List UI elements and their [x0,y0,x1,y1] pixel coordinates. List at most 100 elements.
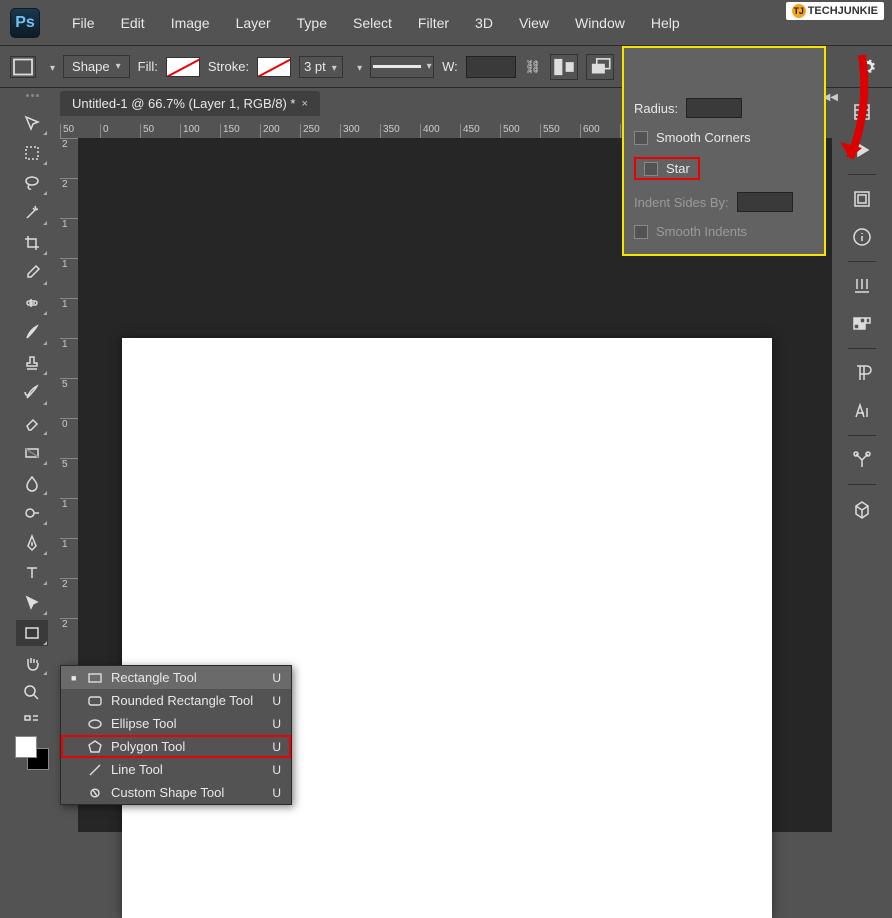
healing-tool[interactable] [16,290,48,316]
radius-input[interactable] [686,98,742,118]
eraser-tool[interactable] [16,410,48,436]
menu-filter[interactable]: Filter [406,11,461,35]
dock-tools-icon[interactable] [846,446,878,474]
ruler-tick: 150 [220,124,260,138]
stroke-swatch[interactable] [257,57,291,77]
menu-file[interactable]: File [60,11,107,35]
ruler-tick: 250 [300,124,340,138]
menu-edit[interactable]: Edit [109,11,157,35]
menu-select[interactable]: Select [341,11,404,35]
stroke-width-arrow[interactable] [351,59,362,74]
flyout-line[interactable]: Line Tool U [61,758,291,781]
stamp-tool[interactable] [16,350,48,376]
ruler-tick: 50 [60,124,100,138]
type-tool[interactable] [16,560,48,586]
flyout-shortcut: U [272,740,281,754]
dock-history-icon[interactable] [846,98,878,126]
arrange-icon[interactable] [586,54,614,80]
radius-label: Radius: [634,101,678,116]
eyedropper-tool[interactable] [16,260,48,286]
flyout-label: Line Tool [111,762,264,777]
path-select-tool[interactable] [16,590,48,616]
ruler-tick: 1 [60,338,78,378]
document-tab[interactable]: Untitled-1 @ 66.7% (Layer 1, RGB/8) * × [60,91,320,116]
menu-type[interactable]: Type [285,11,339,35]
flyout-label: Polygon Tool [111,739,264,754]
history-brush-tool[interactable] [16,380,48,406]
stroke-width-input[interactable]: 3 pt [299,56,343,78]
panel-gear-icon[interactable] [854,54,882,80]
move-tool[interactable] [16,110,48,136]
dock-properties-icon[interactable] [846,185,878,213]
ruler-tick: 400 [420,124,460,138]
hand-tool[interactable] [16,650,48,676]
flyout-rounded-rect[interactable]: Rounded Rectangle Tool U [61,689,291,712]
color-swatches[interactable] [15,736,49,770]
flyout-label: Rounded Rectangle Tool [111,693,264,708]
ruler-tick: 1 [60,498,78,538]
dock-play-icon[interactable] [846,136,878,164]
blur-tool[interactable] [16,470,48,496]
w-label: W: [442,59,458,74]
menu-view[interactable]: View [507,11,561,35]
pen-tool[interactable] [16,530,48,556]
flyout-polygon[interactable]: Polygon Tool U [61,735,291,758]
flyout-shortcut: U [272,786,281,800]
fill-swatch[interactable] [166,57,200,77]
brush-tool[interactable] [16,320,48,346]
tool-preset-arrow[interactable] [44,59,55,74]
flyout-shortcut: U [272,717,281,731]
menu-layer[interactable]: Layer [224,11,283,35]
toolbox-grip[interactable] [17,94,47,102]
tool-preset[interactable] [10,56,36,78]
shape-mode-select[interactable]: Shape [63,55,130,78]
stroke-style[interactable] [370,56,434,78]
app-logo[interactable]: Ps [10,8,40,38]
smooth-corners-checkbox[interactable] [634,131,648,145]
lasso-tool[interactable] [16,170,48,196]
dock-3d-icon[interactable] [846,495,878,523]
ruler-tick: 2 [60,578,78,618]
active-bullet: ■ [71,673,79,683]
shape-tool[interactable] [16,620,48,646]
star-highlight: Star [634,157,700,180]
flyout-rectangle[interactable]: ■ Rectangle Tool U [61,666,291,689]
ruler-tick: 5 [60,458,78,498]
flyout-custom-shape[interactable]: Custom Shape Tool U [61,781,291,804]
dock-character-icon[interactable] [846,397,878,425]
tab-title: Untitled-1 @ 66.7% (Layer 1, RGB/8) * [72,96,295,111]
stroke-label: Stroke: [208,59,249,74]
smooth-corners-label: Smooth Corners [656,130,751,145]
flyout-label: Custom Shape Tool [111,785,264,800]
foreground-color[interactable] [15,736,37,758]
wand-tool[interactable] [16,200,48,226]
indent-input[interactable] [737,192,793,212]
crop-tool[interactable] [16,230,48,256]
ruler-tick: 0 [60,418,78,458]
dock-paragraph-icon[interactable] [846,359,878,387]
marquee-tool[interactable] [16,140,48,166]
menu-window[interactable]: Window [563,11,637,35]
dock-swatches-icon[interactable] [846,310,878,338]
canvas[interactable] [122,338,772,918]
zoom-tool[interactable] [16,680,48,706]
star-checkbox[interactable] [644,162,658,176]
gradient-tool[interactable] [16,440,48,466]
smooth-indents-checkbox[interactable] [634,225,648,239]
ruler-tick: 200 [260,124,300,138]
flyout-ellipse[interactable]: Ellipse Tool U [61,712,291,735]
flyout-shortcut: U [272,671,281,685]
menu-help[interactable]: Help [639,11,692,35]
dock-info-icon[interactable] [846,223,878,251]
width-input[interactable] [466,56,516,78]
dodge-tool[interactable] [16,500,48,526]
menu-3d[interactable]: 3D [463,11,505,35]
ruler-tick: 0 [100,124,140,138]
link-icon[interactable]: ⛓ [524,58,542,76]
menu-image[interactable]: Image [159,11,222,35]
ruler-tick: 1 [60,298,78,338]
align-icon[interactable] [550,54,578,80]
dock-brushes-icon[interactable] [846,272,878,300]
edit-toolbar-icon[interactable] [16,710,48,728]
close-icon[interactable]: × [301,98,307,110]
